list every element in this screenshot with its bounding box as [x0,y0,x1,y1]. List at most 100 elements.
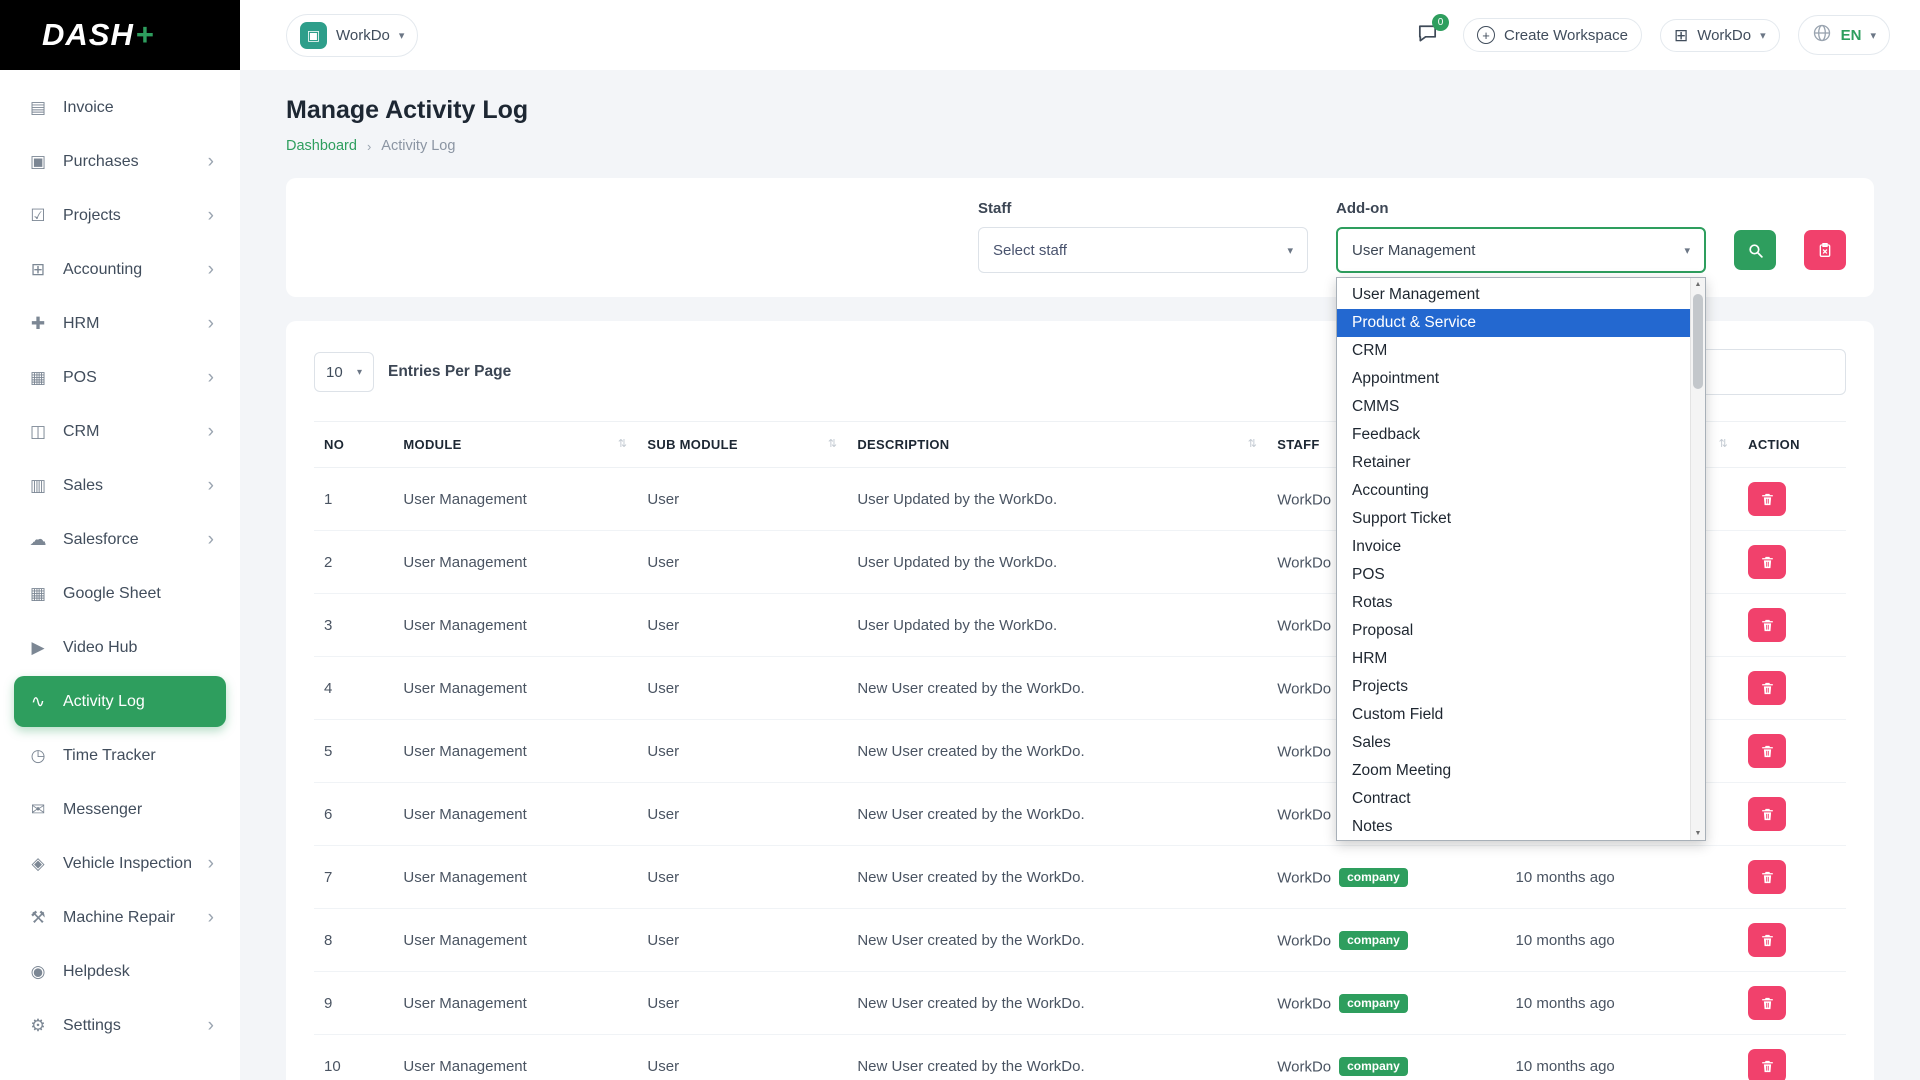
sidebar-item-hrm[interactable]: ✚ HRM › [14,298,226,349]
sidebar-item-google-sheet[interactable]: ▦ Google Sheet › [14,568,226,619]
dropdown-option[interactable]: Sales [1337,729,1705,757]
messages-button[interactable]: 0 [1411,18,1445,52]
cell-no: 7 [314,846,393,909]
sidebar-item-sales[interactable]: ▥ Sales › [14,460,226,511]
dropdown-option[interactable]: CRM [1337,337,1705,365]
delete-button[interactable] [1748,734,1786,768]
cell-staff: WorkDocompany [1267,909,1505,972]
dropdown-option[interactable]: Support Ticket [1337,505,1705,533]
addon-select[interactable]: User Management ▾ [1336,227,1706,273]
delete-button[interactable] [1748,797,1786,831]
sidebar-item-machine-repair[interactable]: ⚒ Machine Repair › [14,892,226,943]
dropdown-option[interactable]: Projects [1337,673,1705,701]
sidebar-item-invoice[interactable]: ▤ Invoice › [14,82,226,133]
dropdown-option[interactable]: Feedback [1337,421,1705,449]
dropdown-option[interactable]: Proposal [1337,617,1705,645]
sidebar-item-video-hub[interactable]: ▶ Video Hub › [14,622,226,673]
column-header-sub-module[interactable]: SUB MODULE⇅ [637,422,847,468]
sidebar: DASH + ▤ Invoice › ▣ Purchases › ☑ Proje… [0,0,240,1080]
dropdown-option[interactable]: HRM [1337,645,1705,673]
dropdown-option[interactable]: Notes [1337,813,1705,841]
sidebar-item-helpdesk[interactable]: ◉ Helpdesk › [14,946,226,997]
sidebar-item-salesforce[interactable]: ☁ Salesforce › [14,514,226,565]
messenger-icon: ✉ [26,800,50,820]
delete-button[interactable] [1748,923,1786,957]
sidebar-item-settings[interactable]: ⚙ Settings › [14,1000,226,1051]
dropdown-option[interactable]: Appointment [1337,365,1705,393]
sidebar-item-purchases[interactable]: ▣ Purchases › [14,136,226,187]
search-button[interactable] [1734,230,1776,270]
breadcrumb-dashboard-link[interactable]: Dashboard [286,138,357,154]
create-workspace-button[interactable]: + Create Workspace [1463,18,1642,52]
delete-button[interactable] [1748,671,1786,705]
cell-no: 4 [314,657,393,720]
dropdown-option[interactable]: Rotas [1337,589,1705,617]
scrollbar-thumb[interactable] [1693,294,1703,389]
staff-name: WorkDo [1277,680,1331,697]
workspace-icon: ▣ [300,22,327,49]
chevron-right-icon: › [367,139,371,154]
column-header-module[interactable]: MODULE⇅ [393,422,637,468]
delete-button[interactable] [1748,860,1786,894]
cell-description: New User created by the WorkDo. [847,657,1267,720]
staff-name: WorkDo [1277,491,1331,508]
entries-per-page-select[interactable]: 10 ▾ [314,352,374,392]
sidebar-item-pos[interactable]: ▦ POS › [14,352,226,403]
delete-button[interactable] [1748,608,1786,642]
sales-icon: ▥ [26,476,50,496]
workspace-menu[interactable]: ⊞ WorkDo ▾ [1660,19,1780,52]
dropdown-option[interactable]: CMMS [1337,393,1705,421]
sidebar-item-vehicle-inspection[interactable]: ◈ Vehicle Inspection › [14,838,226,889]
delete-button[interactable] [1748,1049,1786,1080]
company-badge: company [1339,994,1408,1013]
cell-no: 6 [314,783,393,846]
delete-button[interactable] [1748,545,1786,579]
plus-circle-icon: + [1477,26,1495,44]
dropdown-option[interactable]: Zoom Meeting [1337,757,1705,785]
scroll-up-icon[interactable]: ▲ [1691,281,1705,288]
sidebar-item-activity-log[interactable]: ∿ Activity Log › [14,676,226,727]
dropdown-option[interactable]: Product & Service [1337,309,1705,337]
dropdown-option[interactable]: Accounting [1337,477,1705,505]
cell-description: User Updated by the WorkDo. [847,594,1267,657]
crm-icon: ◫ [26,422,50,442]
cell-module: User Management [393,1035,637,1080]
company-badge: company [1339,931,1408,950]
reset-button[interactable] [1804,230,1846,270]
delete-button[interactable] [1748,986,1786,1020]
cell-action [1738,909,1846,972]
topbar-actions: 0 + Create Workspace ⊞ WorkDo ▾ EN ▾ [1411,15,1890,55]
dropdown-option[interactable]: User Management [1337,281,1705,309]
filter-card: Staff Select staff ▾ Add-on User Managem… [286,178,1874,297]
staff-select[interactable]: Select staff ▾ [978,227,1308,273]
dropdown-option[interactable]: Invoice [1337,533,1705,561]
dropdown-scrollbar[interactable]: ▲ ▼ [1690,278,1705,840]
logo[interactable]: DASH + [0,0,240,70]
addon-label: Add-on [1336,200,1706,217]
column-header-description[interactable]: DESCRIPTION⇅ [847,422,1267,468]
cell-description: User Updated by the WorkDo. [847,468,1267,531]
sidebar-item-accounting[interactable]: ⊞ Accounting › [14,244,226,295]
sort-icon: ⇅ [618,437,628,450]
scroll-down-icon[interactable]: ▼ [1691,830,1705,837]
helpdesk-icon: ◉ [26,962,50,982]
dropdown-option[interactable]: Retainer [1337,449,1705,477]
workspace-switcher[interactable]: ▣ WorkDo ▾ [286,14,418,57]
staff-name: WorkDo [1277,743,1331,760]
sidebar-item-time-tracker[interactable]: ◷ Time Tracker › [14,730,226,781]
cell-module: User Management [393,657,637,720]
sidebar-item-messenger[interactable]: ✉ Messenger › [14,784,226,835]
dropdown-option[interactable]: POS [1337,561,1705,589]
delete-button[interactable] [1748,482,1786,516]
sidebar-item-crm[interactable]: ◫ CRM › [14,406,226,457]
dropdown-option[interactable]: Custom Field [1337,701,1705,729]
chevron-right-icon: › [208,152,214,171]
cell-sub-module: User [637,720,847,783]
chat-badge: 0 [1432,14,1449,31]
language-switcher[interactable]: EN ▾ [1798,15,1890,55]
vehicle-inspection-icon: ◈ [26,854,50,874]
sidebar-item-projects[interactable]: ☑ Projects › [14,190,226,241]
staff-name: WorkDo [1277,1058,1331,1075]
dropdown-option[interactable]: Contract [1337,785,1705,813]
create-workspace-label: Create Workspace [1504,27,1628,44]
